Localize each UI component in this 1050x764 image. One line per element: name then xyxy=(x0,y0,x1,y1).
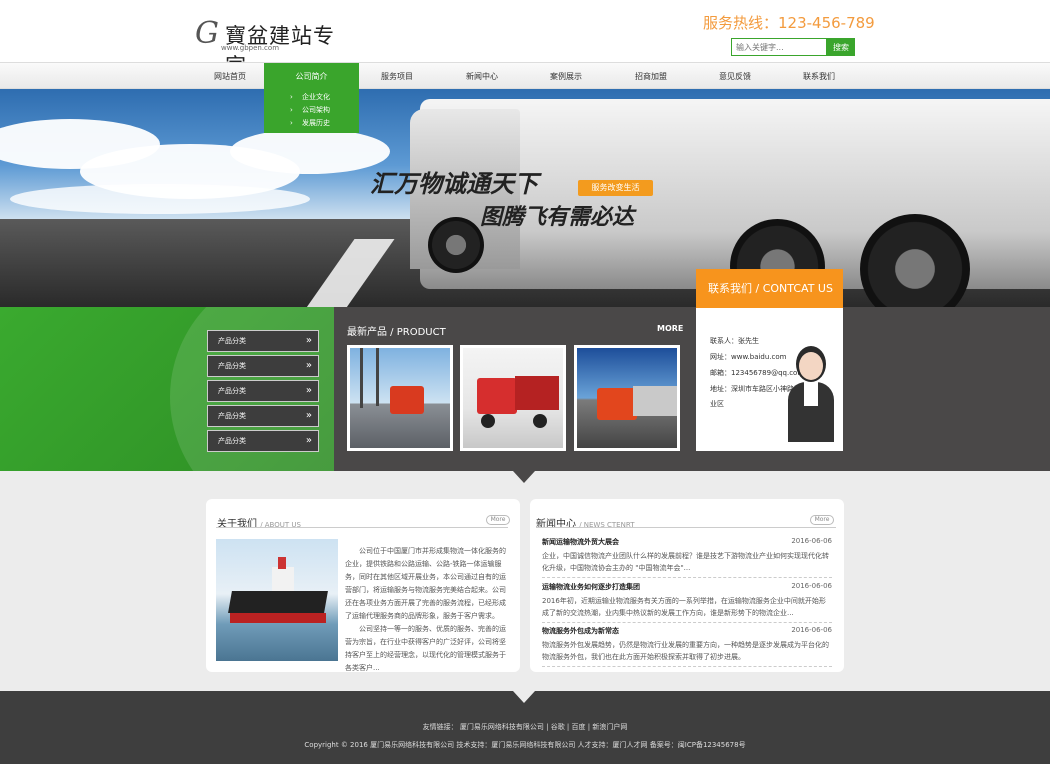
customer-service-image xyxy=(784,346,836,446)
service-hotline: 服务热线：123-456-789 xyxy=(703,14,875,32)
category-label: 产品分类 xyxy=(218,412,246,420)
double-chevron-right-icon: » xyxy=(305,410,312,421)
category-label: 产品分类 xyxy=(218,337,246,345)
about-ship-image xyxy=(216,539,338,661)
dropdown-item-label: 企业文化 xyxy=(302,93,330,101)
category-item[interactable]: 产品分类 » xyxy=(207,330,319,352)
category-label: 产品分类 xyxy=(218,437,246,445)
header: G 寶盆建站专家 www.gbpen.com 服务热线：123-456-789 … xyxy=(0,0,1050,78)
cloud-shape xyxy=(10,184,310,214)
double-chevron-right-icon: » xyxy=(305,360,312,371)
category-label: 产品分类 xyxy=(218,387,246,395)
footer: 友情链接： 厦门易乐网络科技有限公司 | 谷歌 | 百度 | 新浪门户网 Cop… xyxy=(0,691,1050,764)
news-item-summary: 2016年初，近期运输业物流服务有关方面的一系列举措，在运输物流服务企业中间就开… xyxy=(542,595,832,623)
product-photo xyxy=(463,348,563,448)
product-photo xyxy=(577,348,677,448)
dropdown-item-culture[interactable]: 企业文化 xyxy=(264,91,359,104)
contact-website[interactable]: 网址：www.baidu.com xyxy=(710,352,787,362)
news-item-title[interactable]: 物流服务外包成为新常态 xyxy=(542,626,832,636)
contact-address-cont: 业区 xyxy=(710,400,724,408)
news-item-date: 2016-06-06 xyxy=(791,626,832,634)
nav-item-franchise[interactable]: 招商加盟 xyxy=(606,63,696,90)
nav-item-about[interactable]: 公司简介 xyxy=(264,63,359,90)
footer-friend-links[interactable]: 友情链接： 厦门易乐网络科技有限公司 | 谷歌 | 百度 | 新浪门户网 xyxy=(0,722,1050,732)
nav-item-home[interactable]: 网站首页 xyxy=(185,63,275,90)
news-title-label: 新闻中心 xyxy=(536,519,576,530)
nav-item-services[interactable]: 服务项目 xyxy=(352,63,442,90)
logo-g-mark: G xyxy=(195,16,219,51)
news-item[interactable]: 运输物流业务如何逐步打造集团 2016-06-06 2016年初，近期运输业物流… xyxy=(542,582,832,623)
news-item-summary: 物流服务外包发展趋势，仍然是物流行业发展的重要方向，一种趋势是逐步发展成为平台化… xyxy=(542,639,832,667)
news-item-title[interactable]: 运输物流业务如何逐步打造集团 xyxy=(542,582,832,592)
divider xyxy=(216,527,508,528)
double-chevron-right-icon: » xyxy=(305,385,312,396)
category-item[interactable]: 产品分类 » xyxy=(207,405,319,427)
dropdown-item-history[interactable]: 发展历史 xyxy=(264,117,359,130)
site-logo[interactable]: G 寶盆建站专家 www.gbpen.com xyxy=(195,14,355,78)
contact-person: 联系人：张先生 xyxy=(710,337,759,345)
about-text: 公司位于中国厦门市并形成集物流一体化服务的企业，提供铁路和公路运输、公路-铁路一… xyxy=(345,545,510,675)
category-item[interactable]: 产品分类 » xyxy=(207,355,319,377)
about-paragraph: 公司位于中国厦门市并形成集物流一体化服务的企业，提供铁路和公路运输、公路-铁路一… xyxy=(345,547,506,620)
dropdown-item-structure[interactable]: 公司架构 xyxy=(264,104,359,117)
product-thumbnail[interactable] xyxy=(574,345,680,451)
news-more-button[interactable]: More xyxy=(810,515,834,525)
products-heading: 最新产品 / PRODUCT xyxy=(347,327,446,338)
nav-item-feedback[interactable]: 意见反馈 xyxy=(690,63,780,90)
about-title: 关于我们 xyxy=(217,519,257,530)
news-item-date: 2016-06-06 xyxy=(791,582,832,590)
nav-item-news[interactable]: 新闻中心 xyxy=(437,63,527,90)
category-item[interactable]: 产品分类 » xyxy=(207,380,319,402)
main-nav: 网站首页 公司简介 服务项目 新闻中心 案例展示 招商加盟 意见反馈 联系我们 xyxy=(0,62,1050,90)
category-item[interactable]: 产品分类 » xyxy=(207,430,319,452)
product-photo xyxy=(350,348,450,448)
category-label: 产品分类 xyxy=(218,362,246,370)
logo-url: www.gbpen.com xyxy=(221,44,280,52)
content-section xyxy=(0,471,1050,691)
contact-panel: 联系人：张先生 网址：www.baidu.com 邮箱：123456789@qq… xyxy=(696,308,843,451)
contact-header: 联系我们 / CONTCAT US xyxy=(696,269,843,308)
hero-banner: 汇万物诚通天下 图腾飞有需必达 服务改变生活 xyxy=(0,89,1050,307)
news-item-summary: 企业，中国诚信物流产业团队什么样的发展前程？谁是技艺下游物流业产业如何实现现代化… xyxy=(542,550,832,578)
footer-copyright: Copyright © 2016 厦门易乐网络科技有限公司 技术支持：厦门易乐网… xyxy=(304,741,746,749)
nav-item-cases[interactable]: 案例展示 xyxy=(521,63,611,90)
about-more-button[interactable]: More xyxy=(486,515,510,525)
about-paragraph: 公司坚持一等一的服务、优质的服务、完善的运营为宗旨，在行业中获得客户的广泛好评，… xyxy=(345,625,506,672)
down-arrow-icon xyxy=(513,471,535,483)
dropdown-item-label: 发展历史 xyxy=(302,119,330,127)
down-arrow-icon xyxy=(513,691,535,703)
search-input[interactable] xyxy=(731,38,827,56)
news-item[interactable]: 物流服务外包成为新常态 2016-06-06 物流服务外包发展趋势，仍然是物流行… xyxy=(542,626,832,667)
double-chevron-right-icon: » xyxy=(305,335,312,346)
about-dropdown-menu: 企业文化 公司架构 发展历史 xyxy=(264,89,359,133)
product-thumbnail[interactable] xyxy=(460,345,566,451)
banner-badge-button[interactable]: 服务改变生活 xyxy=(578,180,653,196)
double-chevron-right-icon: » xyxy=(305,435,312,446)
nav-item-contact[interactable]: 联系我们 xyxy=(774,63,864,90)
wheel-shape xyxy=(428,217,484,273)
news-item[interactable]: 新闻运输物流外贸大展会 2016-06-06 企业，中国诚信物流产业团队什么样的… xyxy=(542,537,832,578)
search-bar: 搜索 xyxy=(731,38,855,56)
divider xyxy=(536,527,836,528)
dropdown-item-label: 公司架构 xyxy=(302,106,330,114)
banner-slogan-line1: 汇万物诚通天下 xyxy=(370,169,538,198)
products-more-link[interactable]: MORE xyxy=(657,324,683,333)
cloud-shape xyxy=(230,129,390,174)
news-item-title[interactable]: 新闻运输物流外贸大展会 xyxy=(542,537,832,547)
search-button[interactable]: 搜索 xyxy=(827,38,855,56)
banner-slogan-line2: 图腾飞有需必达 xyxy=(480,204,635,230)
news-item-date: 2016-06-06 xyxy=(791,537,832,545)
product-thumbnail[interactable] xyxy=(347,345,453,451)
